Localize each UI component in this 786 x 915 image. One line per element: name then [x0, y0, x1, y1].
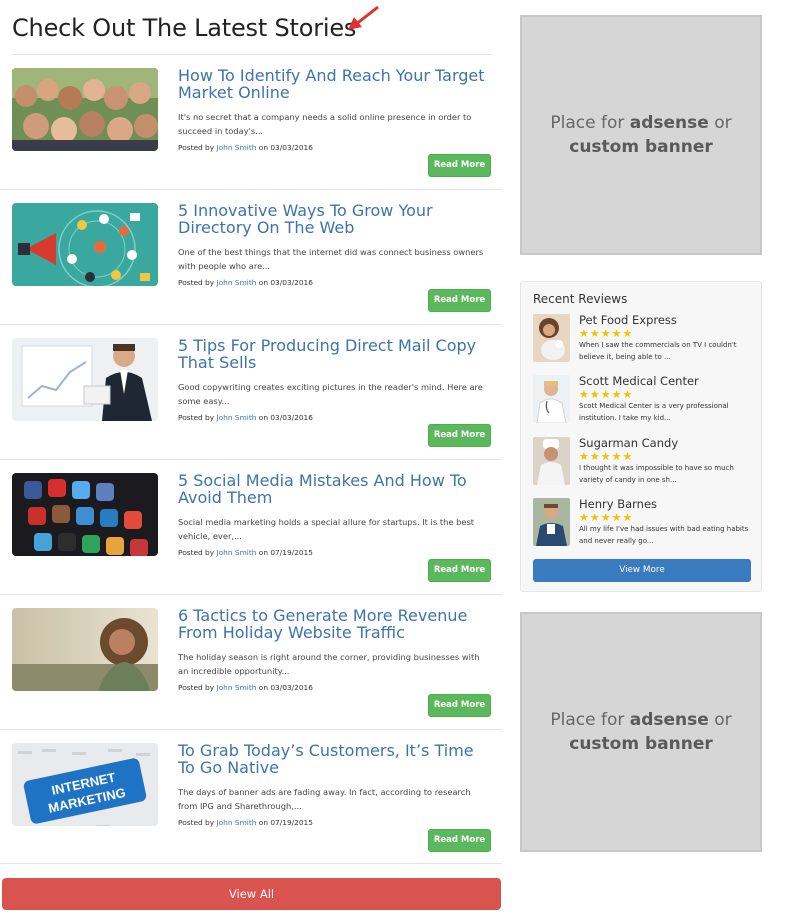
- story-item: 6 Tactics to Generate More Revenue From …: [0, 594, 502, 729]
- author-link[interactable]: John Smith: [216, 818, 256, 827]
- review-text: I thought it was impossible to have so m…: [579, 464, 734, 484]
- read-more-button[interactable]: Read More: [428, 424, 491, 447]
- review-name: Henry Barnes: [579, 497, 658, 511]
- rating-stars-icon: ★★★★★: [579, 511, 634, 524]
- ad-line-2: custom banner: [569, 734, 713, 754]
- post-date: on 03/03/2016: [258, 143, 313, 152]
- author-link[interactable]: John Smith: [216, 143, 256, 152]
- posted-by-label: Posted by: [178, 278, 215, 287]
- review-text: All my life I've had issues with bad eat…: [579, 525, 749, 545]
- rating-stars-icon: ★★★★★: [579, 450, 634, 463]
- post-date: on 03/03/2016: [258, 278, 313, 287]
- arrow-pointer-icon: [348, 5, 379, 30]
- reviews-title: Recent Reviews: [533, 292, 628, 306]
- posted-by-label: Posted by: [178, 143, 215, 152]
- review-avatar: [533, 314, 570, 362]
- author-link[interactable]: John Smith: [216, 683, 256, 692]
- story-meta: Posted by John Smith on 03/03/2016: [178, 683, 313, 692]
- author-link[interactable]: John Smith: [216, 278, 256, 287]
- review-item[interactable]: Henry Barnes ★★★★★ All my life I've had …: [533, 497, 757, 550]
- story-thumbnail-internet-marketing[interactable]: INTERNET MARKETING: [12, 743, 158, 826]
- story-item: INTERNET MARKETING To Grab Today’s Custo…: [0, 729, 502, 864]
- story-list: How To Identify And Reach Your Target Ma…: [0, 54, 502, 864]
- story-item: 5 Social Media Mistakes And How To Avoid…: [0, 459, 502, 594]
- ad-line-2: custom banner: [569, 137, 713, 157]
- review-item[interactable]: Pet Food Express ★★★★★ When I saw the co…: [533, 313, 757, 366]
- story-meta: Posted by John Smith on 03/03/2016: [178, 143, 313, 152]
- review-name: Pet Food Express: [579, 313, 677, 327]
- posted-by-label: Posted by: [178, 818, 215, 827]
- ad-banner-bottom[interactable]: Place for adsense or custom banner: [520, 612, 762, 852]
- story-meta: Posted by John Smith on 03/03/2016: [178, 413, 313, 422]
- story-item: How To Identify And Reach Your Target Ma…: [12, 54, 492, 189]
- review-name: Sugarman Candy: [579, 436, 679, 450]
- post-date: on 07/19/2015: [258, 548, 313, 557]
- rating-stars-icon: ★★★★★: [579, 388, 634, 401]
- story-item: 5 Tips For Producing Direct Mail Copy Th…: [0, 324, 502, 459]
- ad-banner-top[interactable]: Place for adsense or custom banner: [520, 15, 762, 255]
- story-item: 5 Innovative Ways To Grow Your Directory…: [0, 189, 502, 324]
- story-excerpt: One of the best things that the internet…: [178, 247, 484, 271]
- author-link[interactable]: John Smith: [216, 548, 256, 557]
- story-thumbnail-businessman[interactable]: [12, 338, 158, 421]
- posted-by-label: Posted by: [178, 683, 215, 692]
- story-title[interactable]: 6 Tactics to Generate More Revenue From …: [178, 607, 493, 641]
- post-date: on 03/03/2016: [258, 683, 313, 692]
- review-text: When I saw the commercials on TV I could…: [579, 341, 737, 361]
- story-thumbnail-phone-apps[interactable]: [12, 473, 158, 556]
- story-meta: Posted by John Smith on 03/03/2016: [178, 278, 313, 287]
- ad-line-1: Place for adsense or: [550, 710, 732, 730]
- read-more-button[interactable]: Read More: [428, 289, 491, 312]
- read-more-button[interactable]: Read More: [428, 154, 491, 177]
- story-excerpt: The holiday season is right around the c…: [178, 652, 480, 676]
- ad-line-1: Place for adsense or: [550, 113, 732, 133]
- post-date: on 07/19/2015: [258, 818, 313, 827]
- story-excerpt: It's no secret that a company needs a so…: [178, 112, 472, 136]
- view-more-button[interactable]: View More: [533, 559, 751, 582]
- story-title[interactable]: How To Identify And Reach Your Target Ma…: [178, 67, 493, 101]
- story-excerpt: Social media marketing holds a special a…: [178, 517, 475, 541]
- story-thumbnail-megaphone[interactable]: [12, 203, 158, 286]
- story-title[interactable]: 5 Innovative Ways To Grow Your Directory…: [178, 202, 493, 236]
- recent-reviews-widget: Recent Reviews Pet Food Express ★★★★★ Wh…: [520, 281, 762, 592]
- rating-stars-icon: ★★★★★: [579, 327, 634, 340]
- post-date: on 03/03/2016: [258, 413, 313, 422]
- read-more-button[interactable]: Read More: [428, 694, 491, 717]
- story-thumbnail-woman-outdoors[interactable]: [12, 608, 158, 691]
- review-text: Scott Medical Center is a very professio…: [579, 402, 729, 422]
- review-item[interactable]: Scott Medical Center ★★★★★ Scott Medical…: [533, 374, 757, 427]
- author-link[interactable]: John Smith: [216, 413, 256, 422]
- story-excerpt: Good copywriting creates exciting pictur…: [178, 382, 483, 406]
- review-item[interactable]: Sugarman Candy ★★★★★ I thought it was im…: [533, 436, 757, 489]
- posted-by-label: Posted by: [178, 548, 215, 557]
- story-meta: Posted by John Smith on 07/19/2015: [178, 818, 313, 827]
- story-title[interactable]: To Grab Today’s Customers, It’s Time To …: [178, 742, 493, 776]
- posted-by-label: Posted by: [178, 413, 215, 422]
- read-more-button[interactable]: Read More: [428, 829, 491, 852]
- story-title[interactable]: 5 Social Media Mistakes And How To Avoid…: [178, 472, 493, 506]
- view-all-button[interactable]: View All: [2, 878, 501, 910]
- review-name: Scott Medical Center: [579, 374, 699, 388]
- story-meta: Posted by John Smith on 07/19/2015: [178, 548, 313, 557]
- story-excerpt: The days of banner ads are fading away. …: [178, 787, 471, 811]
- review-avatar: [533, 375, 570, 423]
- story-thumbnail-group-friends[interactable]: [12, 68, 158, 151]
- review-avatar: [533, 498, 570, 546]
- review-avatar: [533, 437, 570, 485]
- story-title[interactable]: 5 Tips For Producing Direct Mail Copy Th…: [178, 337, 493, 371]
- page-title: Check Out The Latest Stories: [12, 14, 357, 42]
- read-more-button[interactable]: Read More: [428, 559, 491, 582]
